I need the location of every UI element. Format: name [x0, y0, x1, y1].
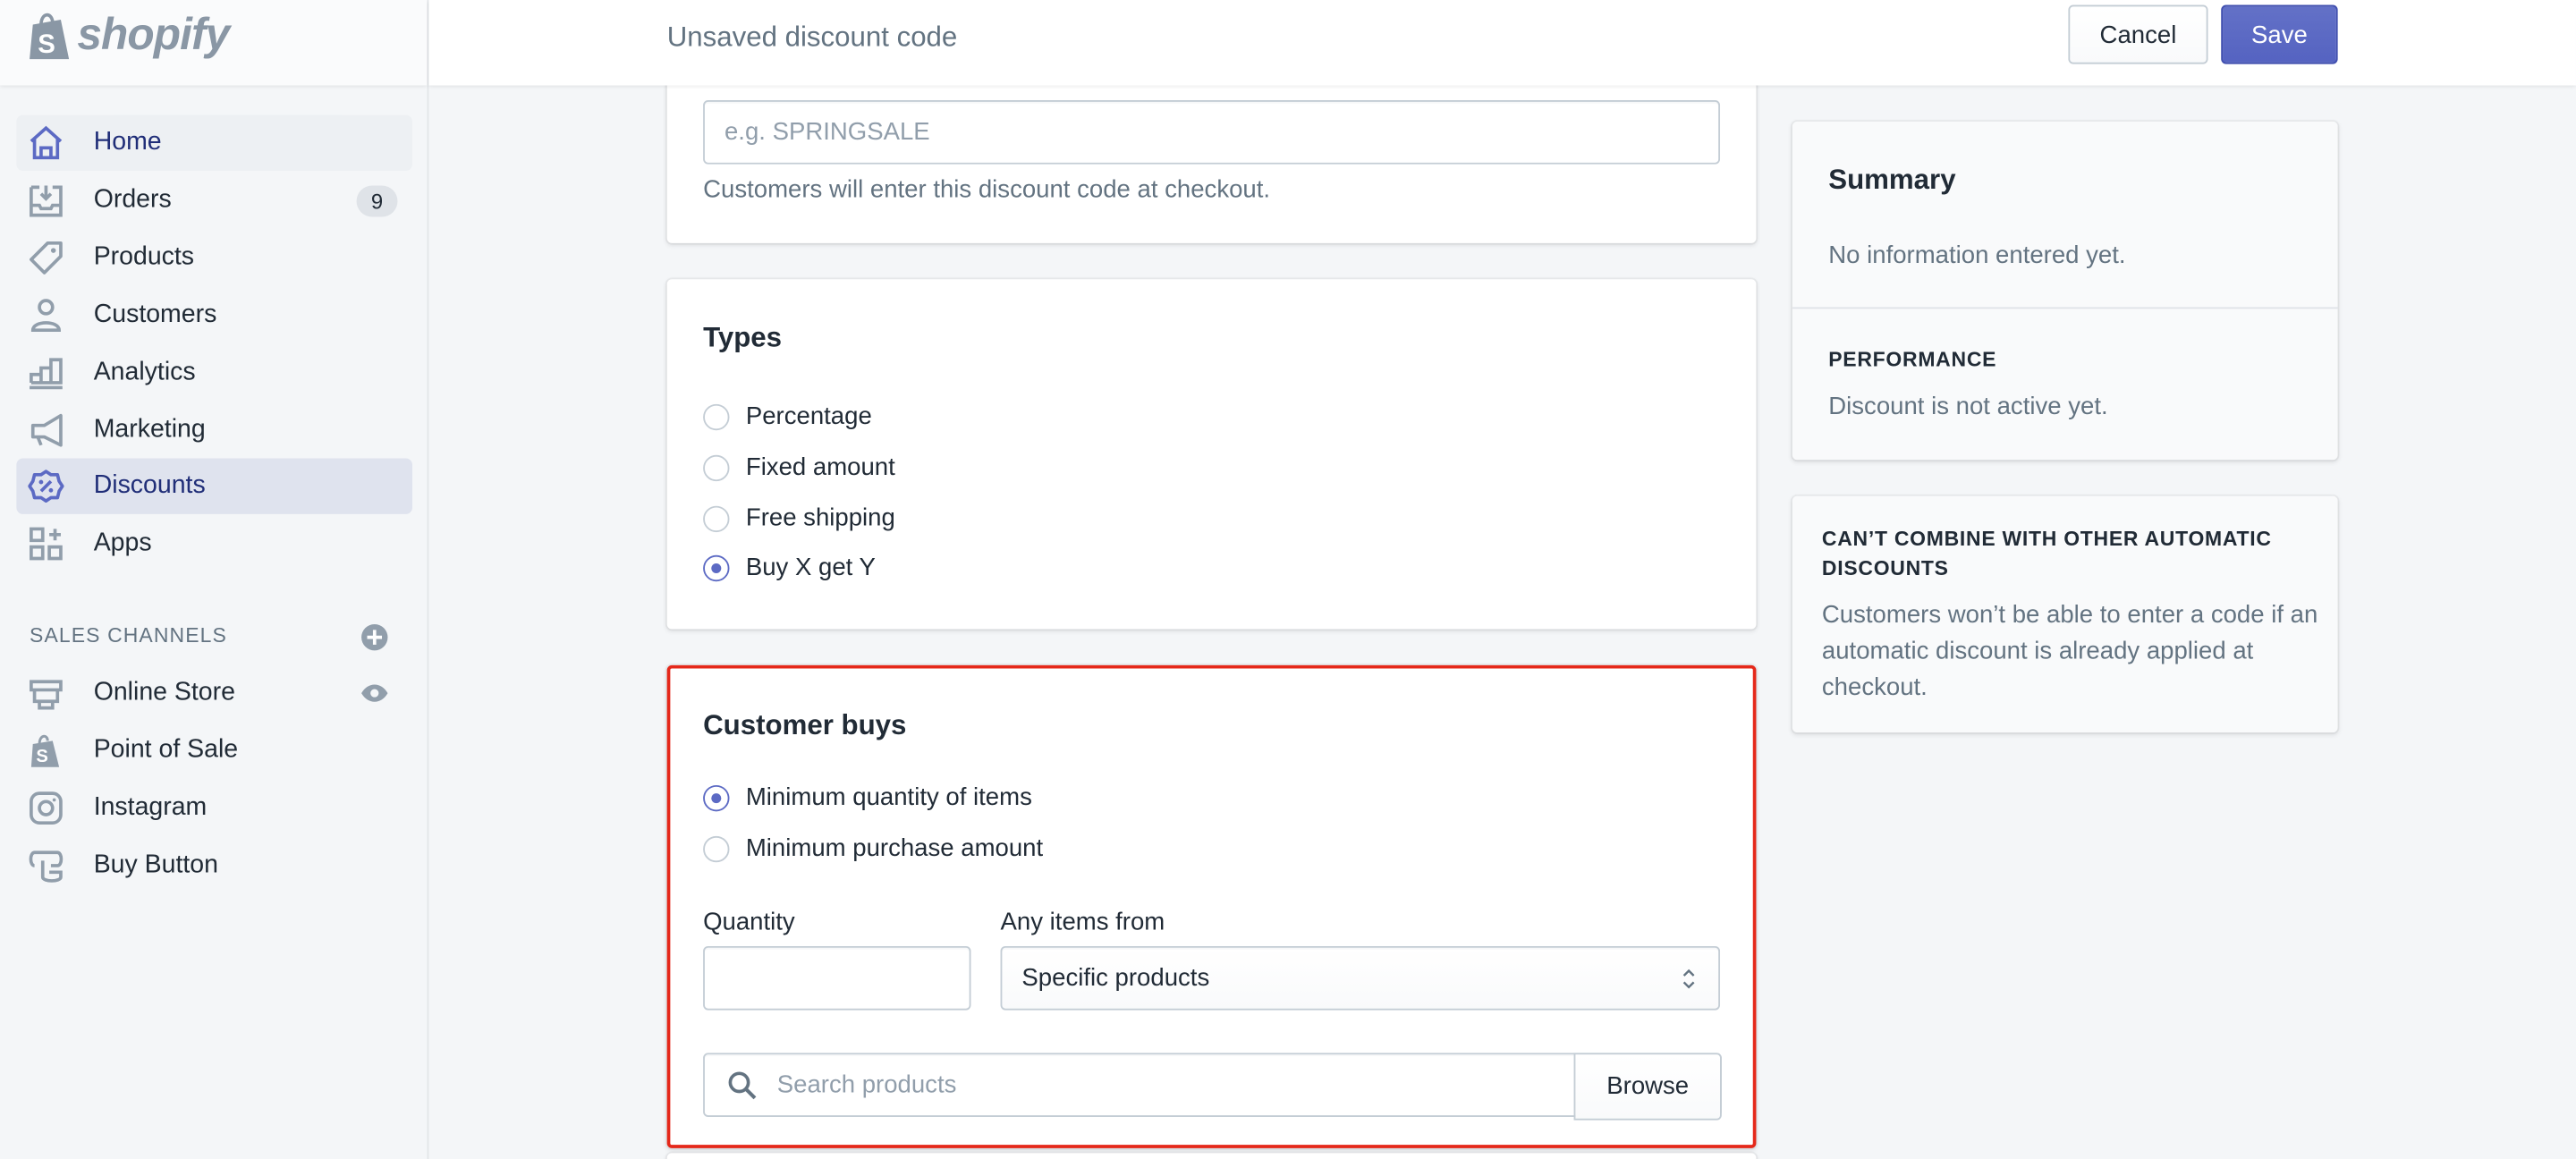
person-icon [30, 299, 61, 333]
performance-heading: PERFORMANCE [1828, 348, 1997, 372]
radio-label: Percentage [745, 402, 872, 431]
summary-card: Summary No information entered yet. PERF… [1792, 121, 2338, 461]
sidebar-item-label: Marketing [93, 415, 206, 444]
orders-icon [30, 185, 63, 217]
sidebar-item-label: Buy Button [93, 850, 218, 879]
apps-icon [30, 527, 63, 561]
radio-label: Minimum quantity of items [745, 783, 1032, 812]
summary-empty-text: No information entered yet. [1828, 241, 2126, 270]
radio-selected[interactable] [703, 784, 730, 812]
buy-button-icon [29, 850, 64, 883]
sales-channels-heading: SALES CHANNELS [30, 623, 227, 647]
logo[interactable]: S shopify [0, 0, 428, 86]
discount-code-help: Customers will enter this discount code … [703, 175, 1271, 204]
sidebar-item-label: Products [93, 242, 195, 272]
search-products-input[interactable]: Search products Browse [703, 1053, 1722, 1121]
discount-code-placeholder: e.g. SPRINGSALE [724, 118, 930, 147]
sidebar-item-label: Orders [93, 185, 172, 214]
select-arrows-icon [1682, 969, 1695, 989]
search-icon [728, 1071, 757, 1100]
shopify-bag-icon: S [30, 13, 70, 60]
sidebar: S shopify Home Orders 9 Products Custome… [0, 0, 429, 1159]
orders-count-badge: 9 [356, 185, 398, 217]
svg-text:S: S [36, 747, 47, 766]
sidebar-item-products[interactable]: Products [16, 230, 412, 285]
radio-label: Buy X get Y [745, 553, 876, 582]
sidebar-item-apps[interactable]: Apps [16, 516, 412, 571]
store-icon [30, 680, 63, 710]
quantity-label: Quantity [703, 908, 795, 936]
sidebar-item-label: Instagram [93, 793, 208, 822]
types-card: Types Percentage Fixed amount Free shipp… [666, 279, 1757, 630]
browse-button[interactable]: Browse [1573, 1053, 1722, 1121]
sidebar-item-instagram[interactable]: Instagram [16, 780, 412, 835]
add-channel-icon[interactable] [360, 622, 389, 652]
sidebar-item-orders[interactable]: Orders 9 [16, 173, 412, 228]
eye-icon[interactable] [360, 681, 389, 705]
customer-buys-title: Customer buys [703, 709, 907, 741]
sidebar-item-label: Analytics [93, 358, 196, 386]
radio-label: Fixed amount [745, 453, 895, 482]
quantity-input[interactable] [703, 945, 971, 1011]
sidebar-item-label: Point of Sale [93, 735, 239, 765]
sidebar-item-label: Home [93, 128, 162, 157]
sidebar-item-label: Customers [93, 300, 217, 329]
divider [1792, 307, 2338, 309]
sidebar-item-customers[interactable]: Customers [16, 287, 412, 343]
next-card [666, 1153, 1757, 1159]
discount-icon [28, 470, 64, 503]
save-button[interactable]: Save [2221, 4, 2338, 64]
radio-label: Minimum purchase amount [745, 834, 1044, 863]
any-items-from-label: Any items from [1000, 908, 1165, 936]
select-value: Specific products [1021, 964, 1210, 993]
radio[interactable] [703, 454, 730, 482]
page-title: Unsaved discount code [666, 21, 958, 53]
sidebar-item-discounts[interactable]: Discounts [16, 458, 413, 514]
instagram-icon [30, 791, 63, 825]
logo-text: shopify [77, 10, 230, 60]
radio[interactable] [703, 835, 730, 863]
types-title: Types [703, 321, 783, 353]
sidebar-item-buy-button[interactable]: Buy Button [16, 838, 412, 893]
sidebar-item-marketing[interactable]: Marketing [16, 402, 412, 458]
sidebar-item-label: Discounts [93, 471, 206, 500]
sidebar-item-point-of-sale[interactable]: S Point of Sale [16, 723, 412, 778]
sidebar-item-home[interactable]: Home [16, 114, 413, 172]
summary-title: Summary [1828, 164, 1956, 196]
items-from-select[interactable]: Specific products [1000, 945, 1721, 1011]
sidebar-item-analytics[interactable]: Analytics [16, 345, 412, 401]
performance-text: Discount is not active yet. [1828, 392, 2108, 421]
search-placeholder: Search products [776, 1070, 957, 1099]
sidebar-item-label: Online Store [93, 678, 235, 706]
sidebar-item-label: Apps [93, 529, 152, 557]
tag-icon [30, 241, 63, 275]
radio[interactable] [703, 505, 730, 533]
combine-text: Customers won’t be able to enter a code … [1821, 601, 2318, 702]
combine-card: CAN’T COMBINE WITH OTHER AUTOMATIC DISCO… [1792, 495, 2338, 733]
discount-code-input[interactable]: e.g. SPRINGSALE [703, 100, 1721, 165]
home-icon [30, 125, 63, 160]
svg-text:S: S [38, 30, 55, 59]
megaphone-icon [30, 413, 63, 447]
bar-chart-icon [30, 358, 63, 390]
radio-selected[interactable] [703, 554, 730, 582]
shopify-bag-icon: S [30, 734, 60, 767]
sidebar-item-online-store[interactable]: Online Store [16, 665, 412, 721]
customer-buys-card: Customer buys Minimum quantity of items … [666, 664, 1757, 1148]
radio[interactable] [703, 403, 730, 431]
cancel-button[interactable]: Cancel [2068, 4, 2208, 64]
combine-heading: CAN’T COMBINE WITH OTHER AUTOMATIC DISCO… [1821, 527, 2272, 580]
radio-label: Free shipping [745, 503, 895, 533]
top-bar: Unsaved discount code Cancel Save [428, 0, 2576, 86]
